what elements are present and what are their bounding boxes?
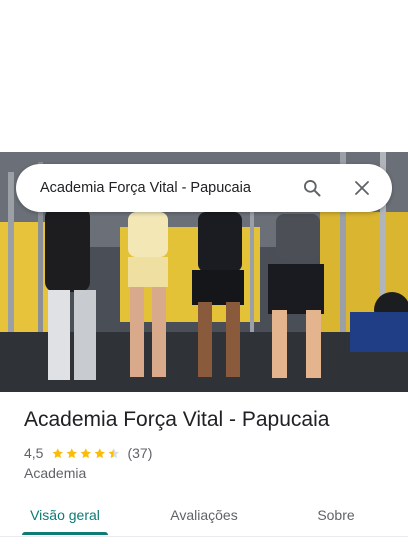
place-category[interactable]: Academia xyxy=(24,465,86,481)
rating-value: 4,5 xyxy=(24,445,44,461)
rating-row[interactable]: 4,5 (37) xyxy=(24,444,152,462)
tab-overview[interactable]: Visão geral xyxy=(22,497,108,533)
tab-about[interactable]: Sobre xyxy=(306,497,366,533)
star-icon xyxy=(67,447,78,458)
star-rating xyxy=(51,447,121,460)
star-icon xyxy=(95,447,106,458)
star-icon xyxy=(81,447,92,458)
search-icon[interactable] xyxy=(294,170,330,206)
active-tab-indicator xyxy=(22,532,108,535)
review-count[interactable]: (37) xyxy=(127,445,152,461)
star-icon xyxy=(53,447,64,458)
close-icon[interactable] xyxy=(344,170,380,206)
tab-reviews[interactable]: Avaliações xyxy=(160,497,248,533)
place-title: Academia Força Vital - Papucaia xyxy=(24,408,330,431)
tab-bar: Visão geral Avaliações Sobre xyxy=(0,497,408,537)
search-bar[interactable]: Academia Força Vital - Papucaia xyxy=(16,164,392,212)
star-icon xyxy=(109,447,120,458)
search-input[interactable]: Academia Força Vital - Papucaia xyxy=(40,180,294,196)
